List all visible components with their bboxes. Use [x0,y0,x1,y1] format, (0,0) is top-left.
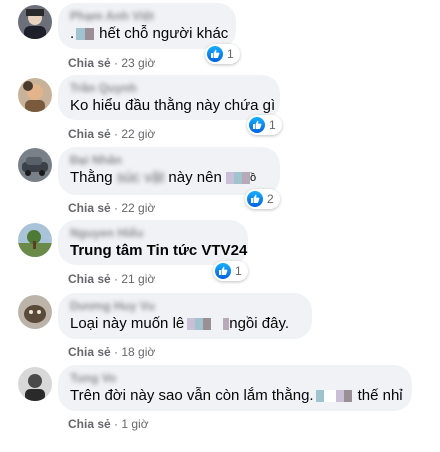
meta-dot: · [114,56,119,70]
meta-dot: · [114,127,119,141]
comment-time[interactable]: 18 giờ [121,345,155,359]
comment-meta: Chia sẻ · 1 giờ [68,417,149,431]
reaction-badge[interactable]: 1 [247,115,282,135]
reaction-count: 2 [267,192,274,206]
censor-block [195,318,204,331]
comment-time[interactable]: 22 giờ [121,127,155,141]
comment-text-part: Loại này muốn lê [70,315,185,332]
censor-block [203,318,212,331]
share-link[interactable]: Chia sẻ [68,201,111,215]
comment-1: Phạm Anh Việt . hết chỗ người khác 1 Chia… [0,0,440,75]
comment-time[interactable]: 23 giờ [121,56,155,70]
comment-text-part: Trên đời này sao vẫn còn lắm thằng [70,387,310,404]
comment-meta: Chia sẻ · 23 giờ [68,56,155,70]
like-icon [215,263,231,279]
comment-author[interactable]: Nguyen Hiếu [70,226,236,241]
comment-meta: Chia sẻ · 22 giờ [68,201,155,215]
meta-dot: · [114,272,119,286]
censor-block [187,318,196,331]
avatar[interactable] [18,367,52,401]
censor-block [343,390,352,403]
avatar[interactable] [18,5,52,39]
comment-text-part: Thằng [70,169,113,186]
comment-author[interactable]: Phạm Anh Việt [70,9,224,24]
meta-dot: · [114,417,119,431]
censor-block: . [70,25,75,42]
comment-bubble: Phạm Anh Việt . hết chỗ người khác [58,3,236,49]
comment-5: Dương Huy Vu Loại này muốn lê ngồi đây. C… [0,290,440,362]
comment-bubble: Dương Huy Vu Loại này muốn lê ngồi đây. [58,293,312,339]
like-icon [247,191,263,207]
comment-4: Nguyen Hiếu Trung tâm Tin tức VTV24 1 Ch… [0,220,440,290]
like-icon [249,117,265,133]
reaction-badge[interactable]: 1 [213,261,248,281]
comment-2: Trần Quynh Ko hiểu đầu thằng này chứa gì… [0,75,440,145]
comment-text: Ko hiểu đầu thằng này chứa gì [70,97,276,114]
comment-bubble: Nguyen Hiếu Trung tâm Tin tức VTV24 [58,220,248,265]
comment-author[interactable]: Tung Vo [70,371,400,386]
comment-text: Thằng súc vật này nên ồ [70,168,268,188]
comment-6: Tung Vo Trên đời này sao vẫn còn lắm thằ… [0,362,440,452]
comment-bubble: Tung Vo Trên đời này sao vẫn còn lắm thằ… [58,365,412,411]
censor-block [315,390,324,403]
comment-text-part: ồ [249,172,257,184]
comment-text: . hết chỗ người khác [70,24,228,44]
avatar[interactable] [18,295,52,329]
comment-bubble: Trần Quynh Ko hiểu đầu thằng này chứa gì [58,75,280,120]
censor-block: . [309,387,314,404]
share-link[interactable]: Chia sẻ [68,345,111,359]
reaction-count: 1 [227,47,234,61]
censor-block [233,172,242,185]
avatar[interactable] [18,78,52,112]
comment-author[interactable]: Trần Quynh [70,81,268,96]
censor-block [335,390,344,403]
avatar[interactable] [18,223,52,257]
comment-text-part: thế nhỉ [357,387,403,404]
comment-author[interactable]: Dương Huy Vu [70,299,300,314]
blurred-word: súc vật [116,169,165,186]
share-link[interactable]: Chia sẻ [68,127,111,141]
comment-text-part: này nên [168,169,222,186]
share-link[interactable]: Chia sẻ [68,417,111,431]
comment-time[interactable]: 21 giờ [121,272,155,286]
comment-text: Loại này muốn lê ngồi đây. [70,314,300,334]
comment-text: Trên đời này sao vẫn còn lắm thằng. thế n… [70,386,403,406]
reaction-badge[interactable]: 2 [245,189,280,209]
comment-3: Đại Nhân Thằng súc vật này nên ồ 2 Chia … [0,145,440,220]
comment-time[interactable]: 1 giờ [121,417,148,431]
comment-meta: Chia sẻ · 18 giờ [68,345,155,359]
comment-text-part: hết chỗ người khác [99,25,229,42]
comment-time[interactable]: 22 giờ [121,201,155,215]
comment-meta: Chia sẻ · 22 giờ [68,127,155,141]
reaction-count: 1 [269,118,276,132]
censor-block [323,390,336,403]
comment-text-part: ngồi đây. [229,315,290,332]
avatar[interactable] [18,148,52,182]
censor-block [225,172,234,185]
censor-block [85,28,95,41]
share-link[interactable]: Chia sẻ [68,272,111,286]
meta-dot: · [114,201,119,215]
meta-dot: · [114,345,119,359]
comment-meta: Chia sẻ · 21 giờ [68,272,155,286]
tagged-page-link[interactable]: Trung tâm Tin tức VTV24 [70,241,247,261]
reaction-count: 1 [235,264,242,278]
comment-bubble: Đại Nhân Thằng súc vật này nên ồ [58,147,280,195]
reaction-badge[interactable]: 1 [205,44,240,64]
censor-block [241,172,250,185]
share-link[interactable]: Chia sẻ [68,56,111,70]
comment-author[interactable]: Đại Nhân [70,153,268,168]
censor-block [76,28,86,41]
like-icon [207,46,223,62]
